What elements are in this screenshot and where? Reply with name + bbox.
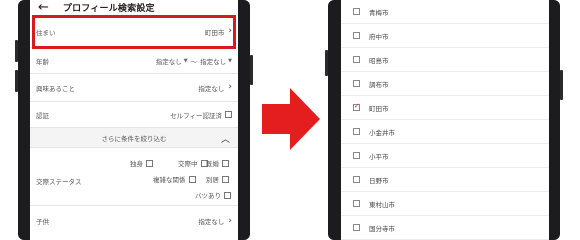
city-checkbox[interactable] — [353, 102, 360, 111]
city-name: 東村山市 — [369, 200, 395, 209]
dropdown-triangle-icon: ▼ — [228, 57, 232, 64]
refine-label: さらに条件を絞り込む — [101, 134, 167, 143]
option-label: 交際中 — [178, 160, 198, 168]
page-title: プロフィール検索設定 — [62, 4, 155, 14]
phone-side-button — [15, 70, 18, 92]
checkbox[interactable] — [222, 159, 229, 167]
refine-conditions-toggle[interactable]: さらに条件を絞り込む ︿ — [30, 128, 238, 148]
city-name: 調布市 — [369, 80, 389, 89]
city-name: 青梅市 — [369, 8, 389, 17]
header: ← プロフィール検索設定 — [30, 0, 238, 15]
option-divorced[interactable]: バツあり — [195, 190, 231, 200]
verification-row: 認証 セルフィー認証済 — [30, 102, 238, 128]
right-arrow-icon — [262, 88, 320, 150]
city-checkbox[interactable] — [353, 80, 360, 87]
divider — [30, 205, 238, 206]
city-name: 昭島市 — [369, 56, 389, 65]
city-name: 府中市 — [369, 32, 389, 41]
city-list-item[interactable]: 町田市 — [341, 96, 549, 120]
city-list-item[interactable]: 日野市 — [341, 168, 549, 192]
option-dating[interactable]: 交際中 — [178, 158, 208, 168]
profile-search-screen: ← プロフィール検索設定 住まい 町田市 › 年齢 指定なし ▼ 〜 指定なし ▼ — [30, 0, 238, 240]
age-to-select[interactable]: 指定なし — [200, 56, 226, 66]
city-list-item[interactable]: 小平市 — [341, 144, 549, 168]
city-checkbox[interactable] — [353, 176, 360, 183]
relationship-label: 交際ステータス — [36, 178, 82, 186]
city-name: 町田市 — [369, 104, 389, 113]
chevron-up-icon: ︿ — [220, 135, 230, 145]
city-name: 日野市 — [369, 176, 389, 185]
verification-value: セルフィー認証済 — [170, 111, 222, 120]
city-checkbox[interactable] — [353, 128, 360, 135]
interests-value: 指定なし — [198, 84, 225, 93]
city-list-item[interactable]: 国分寺市 — [341, 216, 549, 240]
residence-highlight-box — [32, 15, 236, 49]
age-row: 年齢 指定なし ▼ 〜 指定なし ▼ — [30, 48, 238, 74]
children-row[interactable]: 子供 指定なし › — [30, 208, 238, 234]
option-label: バツあり — [195, 192, 221, 200]
checkbox[interactable] — [146, 159, 153, 167]
city-checkbox[interactable] — [353, 56, 360, 63]
left-phone-frame: ← プロフィール検索設定 住まい 町田市 › 年齢 指定なし ▼ 〜 指定なし ▼ — [15, 0, 253, 240]
phone-side-button — [560, 70, 563, 100]
option-married[interactable]: 既婚 — [206, 158, 229, 168]
option-label: 独身 — [130, 160, 143, 168]
age-from-select[interactable]: 指定なし — [156, 56, 182, 66]
option-separated[interactable]: 別居 — [206, 174, 229, 184]
city-list-item[interactable]: 昭島市 — [341, 48, 549, 72]
chevron-right-icon: › — [228, 82, 232, 92]
option-single[interactable]: 独身 — [130, 158, 153, 168]
city-checkbox[interactable] — [353, 152, 360, 159]
phone-side-button — [15, 40, 18, 62]
age-label: 年齢 — [36, 57, 49, 66]
city-name: 国分寺市 — [369, 224, 395, 233]
city-select-screen: 青梅市府中市昭島市調布市町田市小金井市小平市日野市東村山市国分寺市 — [341, 0, 549, 240]
age-separator: 〜 — [190, 57, 198, 66]
city-checkbox[interactable] — [353, 32, 360, 39]
interests-label: 興味あること — [36, 84, 75, 93]
city-name: 小平市 — [369, 152, 389, 161]
comparison-canvas: ← プロフィール検索設定 住まい 町田市 › 年齢 指定なし ▼ 〜 指定なし ▼ — [0, 0, 580, 240]
option-label: 既婚 — [206, 160, 219, 168]
city-list-item[interactable]: 調布市 — [341, 72, 549, 96]
dropdown-triangle-icon: ▼ — [183, 57, 188, 64]
city-name: 小金井市 — [369, 128, 395, 137]
city-checkbox[interactable] — [353, 8, 360, 15]
chevron-right-icon: › — [228, 215, 232, 226]
interests-row[interactable]: 興味あること 指定なし › — [30, 74, 238, 102]
children-label: 子供 — [36, 218, 49, 226]
city-list-item[interactable]: 小金井市 — [341, 120, 549, 144]
phone-side-button — [325, 50, 328, 76]
option-label: 別居 — [206, 176, 219, 184]
phone-side-button — [250, 55, 253, 85]
verification-label: 認証 — [36, 111, 49, 120]
city-list-item[interactable]: 青梅市 — [341, 0, 549, 24]
checkbox[interactable] — [188, 175, 196, 183]
checkbox[interactable] — [222, 175, 229, 183]
selfie-verified-checkbox[interactable] — [225, 111, 232, 118]
city-checkbox[interactable] — [353, 224, 360, 231]
checkbox[interactable] — [224, 191, 231, 199]
city-checkbox[interactable] — [353, 200, 360, 207]
option-label: 複雑な関係 — [153, 176, 186, 184]
back-arrow-icon[interactable]: ← — [38, 1, 49, 14]
city-list-item[interactable]: 東村山市 — [341, 192, 549, 216]
children-value: 指定なし — [198, 218, 225, 226]
city-list-item[interactable]: 府中市 — [341, 24, 549, 48]
right-phone-frame: 青梅市府中市昭島市調布市町田市小金井市小平市日野市東村山市国分寺市 — [325, 0, 563, 240]
option-complicated[interactable]: 複雑な関係 — [153, 174, 196, 184]
